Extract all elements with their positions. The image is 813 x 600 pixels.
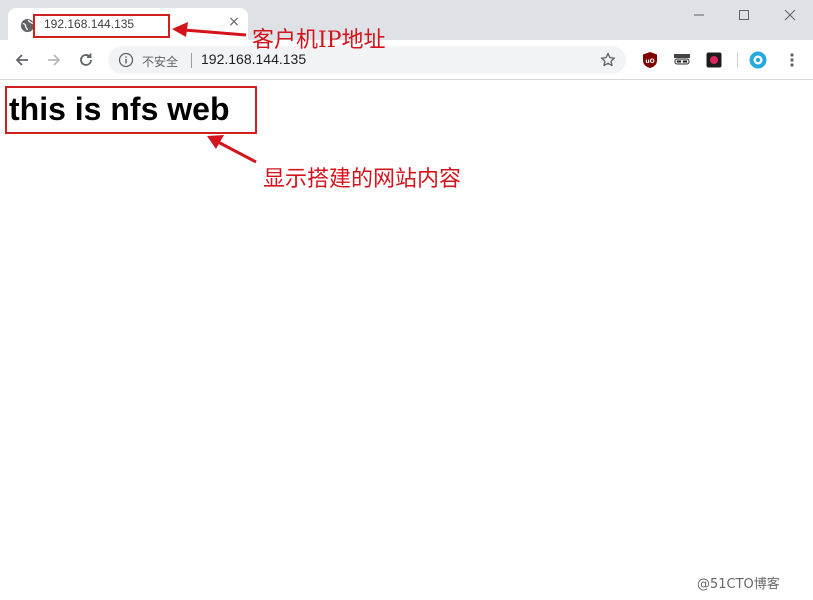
arrow-to-tab: [172, 22, 247, 37]
arrow-to-heading: [207, 135, 257, 164]
client-ip-annotation: 客户机IP地址: [252, 28, 386, 53]
site-content-annotation: 显示搭建的网站内容: [263, 167, 462, 192]
annotation-arrows: [172, 22, 257, 164]
watermark: @51CTO博客: [697, 577, 780, 592]
